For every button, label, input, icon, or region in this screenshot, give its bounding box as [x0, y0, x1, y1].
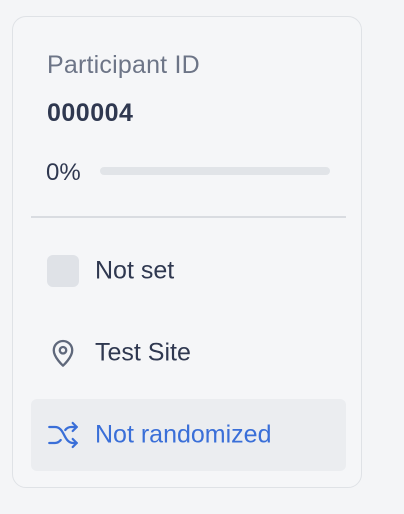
map-pin-icon — [47, 337, 79, 369]
progress-bar — [100, 167, 330, 175]
participant-id-value: 000004 — [47, 99, 134, 127]
status-label: Not set — [95, 256, 175, 285]
divider — [31, 216, 346, 218]
participant-id-label: Participant ID — [47, 51, 200, 79]
shuffle-icon — [47, 419, 79, 451]
site-label: Test Site — [95, 338, 191, 367]
progress-percent: 0% — [46, 159, 81, 186]
site-item[interactable]: Test Site — [31, 317, 346, 389]
participant-card: Participant ID 000004 0% Not set Test Si… — [12, 16, 362, 488]
randomization-item[interactable]: Not randomized — [31, 399, 346, 471]
randomization-label: Not randomized — [95, 420, 272, 449]
status-item[interactable]: Not set — [31, 235, 346, 307]
status-swatch-icon — [47, 255, 79, 287]
